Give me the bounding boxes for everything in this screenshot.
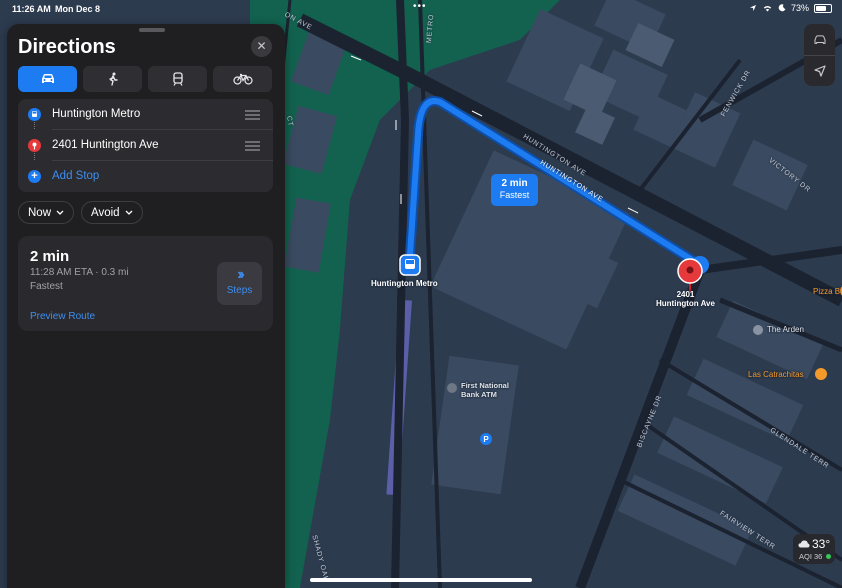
walk-icon — [108, 72, 118, 86]
add-stop-label: Add Stop — [52, 170, 100, 182]
departure-time-label: Now — [28, 206, 52, 219]
destination-label: 2401 Huntington Ave — [656, 290, 715, 308]
restaurant-icon[interactable] — [815, 368, 827, 380]
battery-fill — [816, 5, 827, 11]
status-date: Mon Dec 8 — [55, 4, 101, 14]
atm-label: First National Bank ATM — [461, 381, 509, 399]
origin-transit-marker[interactable] — [399, 254, 421, 276]
route-stops-list: Huntington Metro 2401 Huntington Ave + A… — [18, 99, 273, 192]
battery-icon — [814, 3, 832, 13]
location-arrow-icon — [749, 5, 756, 11]
stop-row-origin[interactable]: Huntington Metro — [18, 99, 273, 130]
avoid-dropdown[interactable]: Avoid — [81, 201, 143, 224]
origin-stop-label: Huntington Metro — [52, 108, 141, 120]
the-arden-label: The Arden — [767, 325, 804, 334]
origin-label: Huntington Metro — [371, 279, 438, 288]
xmark-icon: ✕ — [256, 39, 267, 53]
battery-percent: 73% — [790, 3, 809, 13]
callout-tag: Fastest — [499, 190, 530, 200]
transit-stop-icon — [28, 108, 41, 121]
the-arden-icon[interactable] — [753, 325, 763, 335]
mode-transit-button[interactable] — [148, 66, 207, 92]
weather-temp: 33° — [812, 537, 831, 551]
car-icon — [814, 34, 825, 44]
double-chevron-right-icon: ›› — [237, 266, 245, 283]
directions-panel: Directions ✕ Huntington Metro 2401 Hunti… — [7, 24, 285, 588]
chevron-down-icon — [56, 210, 64, 215]
route-options: Now Avoid — [18, 201, 143, 224]
route-tag: Fastest — [30, 281, 63, 292]
map-controls — [804, 24, 835, 86]
add-stop-button[interactable]: + Add Stop — [18, 161, 273, 192]
map-mode-button[interactable] — [804, 24, 835, 55]
mode-walk-button[interactable] — [83, 66, 142, 92]
route-card[interactable]: 2 min 11:28 AM ETA · 0.3 mi Fastest Prev… — [18, 236, 273, 331]
destination-stop-label: 2401 Huntington Ave — [52, 139, 159, 151]
preview-route-link[interactable]: Preview Route — [30, 311, 95, 322]
plus-icon: + — [28, 170, 41, 183]
callout-duration: 2 min — [501, 178, 528, 189]
steps-label: Steps — [226, 285, 253, 296]
panel-grabber[interactable] — [139, 28, 165, 32]
stop-connector — [34, 153, 36, 160]
route-eta: 11:28 AM ETA · 0.3 mi — [30, 267, 129, 278]
car-icon — [41, 74, 54, 83]
close-button[interactable]: ✕ — [251, 36, 272, 57]
stop-connector — [34, 122, 36, 129]
route-duration: 2 min — [30, 248, 70, 265]
weather-widget[interactable]: 33° AQI 36 — [793, 534, 835, 564]
chevron-down-icon — [125, 210, 133, 215]
location-arrow-icon — [813, 64, 826, 77]
multitask-dots-icon[interactable]: ••• — [413, 1, 427, 12]
drag-handle-icon[interactable] — [245, 141, 260, 153]
route-callout[interactable]: 2 min Fastest — [491, 174, 538, 206]
home-indicator[interactable] — [310, 578, 532, 582]
atm-icon[interactable] — [447, 383, 457, 393]
steps-button[interactable]: ›› Steps — [217, 262, 262, 305]
locate-me-button[interactable] — [804, 55, 835, 86]
transport-mode-selector — [18, 66, 272, 92]
status-time: 11:26 AM — [12, 4, 51, 14]
wifi-icon — [763, 6, 772, 12]
drag-handle-icon[interactable] — [245, 110, 260, 122]
departure-time-dropdown[interactable]: Now — [18, 201, 75, 224]
cloud-icon — [798, 540, 810, 548]
aqi-status-dot — [826, 554, 831, 559]
svg-text:P: P — [483, 435, 489, 444]
mode-bike-button[interactable] — [213, 66, 272, 92]
mode-drive-button[interactable] — [18, 66, 77, 92]
stop-row-destination[interactable]: 2401 Huntington Ave — [18, 130, 273, 161]
moon-icon — [778, 4, 786, 12]
las-catrachitas-label: Las Catrachitas — [748, 370, 804, 379]
avoid-label: Avoid — [91, 206, 120, 219]
pin-icon — [28, 139, 41, 152]
weather-aqi: AQI 36 — [799, 552, 823, 561]
panel-title: Directions — [18, 36, 116, 58]
transit-icon — [172, 72, 183, 86]
pizza-label: Pizza B — [813, 287, 841, 296]
bike-icon — [232, 73, 253, 85]
status-bar: 11:26 AM Mon Dec 8 ••• 73% — [0, 0, 842, 18]
